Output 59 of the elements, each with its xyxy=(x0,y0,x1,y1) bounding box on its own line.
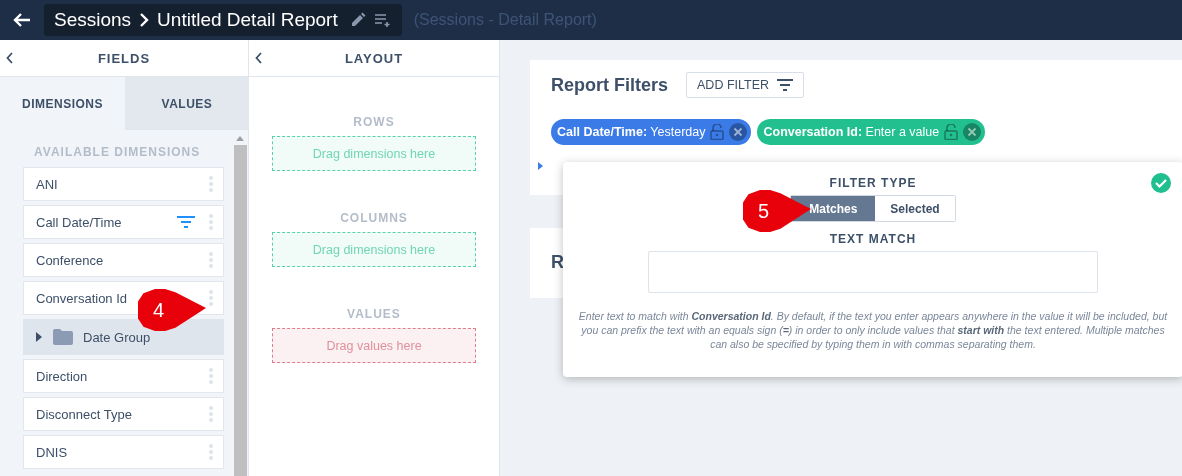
filter-chip[interactable]: Call Date/Time: Yesterday xyxy=(551,119,752,145)
lock-icon xyxy=(710,124,725,140)
group-item[interactable]: Date Group xyxy=(23,319,224,355)
drag-handle-icon xyxy=(209,290,213,306)
field-item[interactable]: Conference xyxy=(23,243,224,277)
field-item[interactable]: DNIS xyxy=(23,435,224,469)
lock-icon xyxy=(944,124,959,140)
chevron-right-icon xyxy=(139,13,150,27)
filter-icon xyxy=(777,79,794,91)
breadcrumb-item[interactable]: Sessions xyxy=(54,9,132,31)
panel-title: LAYOUT xyxy=(343,50,405,66)
field-label: TEXT MATCH xyxy=(829,232,917,246)
drag-handle-icon xyxy=(209,252,213,268)
scrollbar-thumb[interactable] xyxy=(233,145,247,476)
drag-handle-icon xyxy=(209,368,213,384)
section-heading: AVAILABLE DIMENSIONS xyxy=(33,144,202,161)
field-item[interactable]: ANI xyxy=(23,167,224,201)
add-to-list-icon xyxy=(373,13,392,27)
field-label: Conversation Id xyxy=(36,290,129,306)
field-label: Conference xyxy=(36,252,105,268)
folder-icon xyxy=(53,329,73,345)
field-label: DNIS xyxy=(36,444,69,460)
section-heading: VALUES xyxy=(347,307,401,321)
remove-icon xyxy=(963,123,982,141)
section-heading: ROWS xyxy=(353,115,395,129)
group-label: Date Group xyxy=(83,329,152,345)
help-text: Enter text to match with Conversation Id. By default, if the text you enter appears anywhere in the value it will be included, but you can prefix the text with an equals sign (=) in order to only include values that start with the text entered. Multiple matches can also be specified by typing them in with commas separating them. xyxy=(577,309,1169,351)
collapse-icon xyxy=(6,52,14,64)
drag-handle-icon xyxy=(209,444,213,460)
section-heading: COLUMNS xyxy=(340,211,408,225)
chip-label: Call Date/Time: Yesterday xyxy=(557,125,706,139)
chip-label: Conversation Id: Enter a value xyxy=(763,125,940,139)
field-label: Direction xyxy=(36,368,89,384)
field-item[interactable]: Call Date/Time xyxy=(23,205,224,239)
field-label: Disconnect Type xyxy=(36,406,133,422)
pencil-icon xyxy=(349,12,366,28)
field-label: Call Date/Time xyxy=(36,214,123,230)
breadcrumb-item: Untitled Detail Report xyxy=(157,9,338,31)
remove-icon xyxy=(729,123,748,141)
card-title: Report Filters xyxy=(551,74,669,96)
field-label: ANI xyxy=(36,176,59,192)
drag-handle-icon xyxy=(209,176,213,192)
collapse-icon xyxy=(255,52,263,64)
field-item[interactable]: Disconnect Type xyxy=(23,397,224,431)
tab[interactable]: VALUES xyxy=(125,77,249,130)
field-label: FILTER TYPE xyxy=(829,176,917,190)
segment-button[interactable]: Matches xyxy=(791,196,876,221)
drag-handle-icon xyxy=(209,406,213,422)
add-filter-button[interactable]: ADD FILTER xyxy=(686,72,805,98)
tab[interactable]: DIMENSIONS xyxy=(0,77,125,130)
back-arrow-icon xyxy=(12,12,32,28)
scroll-up-icon xyxy=(236,136,244,141)
card-title: R xyxy=(551,252,564,272)
check-icon xyxy=(1151,173,1171,193)
panel-title: FIELDS xyxy=(96,50,152,66)
field-item[interactable]: Direction xyxy=(23,359,224,393)
text-match-field[interactable] xyxy=(648,251,1098,293)
drag-handle-icon xyxy=(209,214,213,230)
caret-right-icon xyxy=(538,162,543,170)
